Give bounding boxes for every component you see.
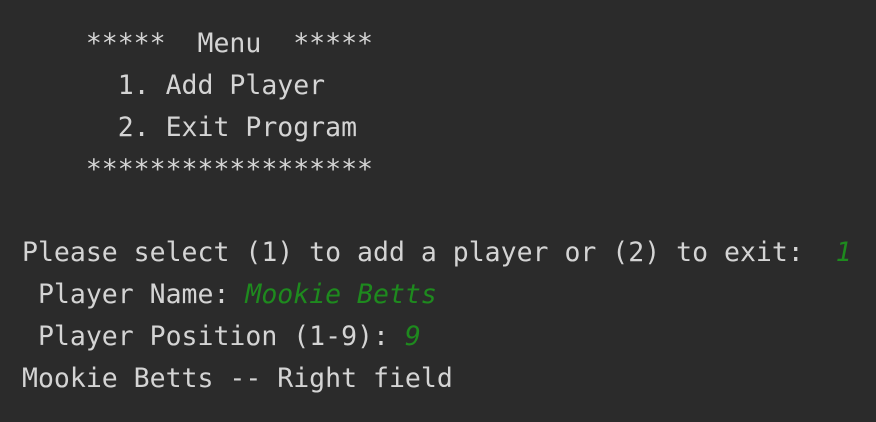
player-position-line: Player Position (1-9): 9 — [22, 320, 421, 354]
menu-item-exit-program: 2. Exit Program — [22, 112, 358, 143]
player-position-input: 9 — [404, 321, 421, 352]
player-name-input: Mookie Betts — [245, 279, 437, 310]
menu-header: ***** Menu ***** — [22, 28, 373, 59]
menu-footer: ****************** — [22, 154, 373, 185]
result-line: Mookie Betts -- Right field — [22, 363, 453, 394]
select-input: 1 — [835, 237, 852, 268]
console-output[interactable]: ***** Menu ***** 1. Add Player 2. Exit P… — [0, 0, 876, 422]
player-name-prompt: Player Name: — [22, 279, 246, 310]
menu-item-add-player: 1. Add Player — [22, 70, 326, 101]
player-name-line: Player Name: Mookie Betts — [22, 278, 437, 312]
player-position-prompt: Player Position (1-9): — [22, 321, 405, 352]
select-prompt-line: Please select (1) to add a player or (2)… — [22, 236, 852, 270]
select-prompt: Please select (1) to add a player or (2)… — [22, 237, 836, 268]
